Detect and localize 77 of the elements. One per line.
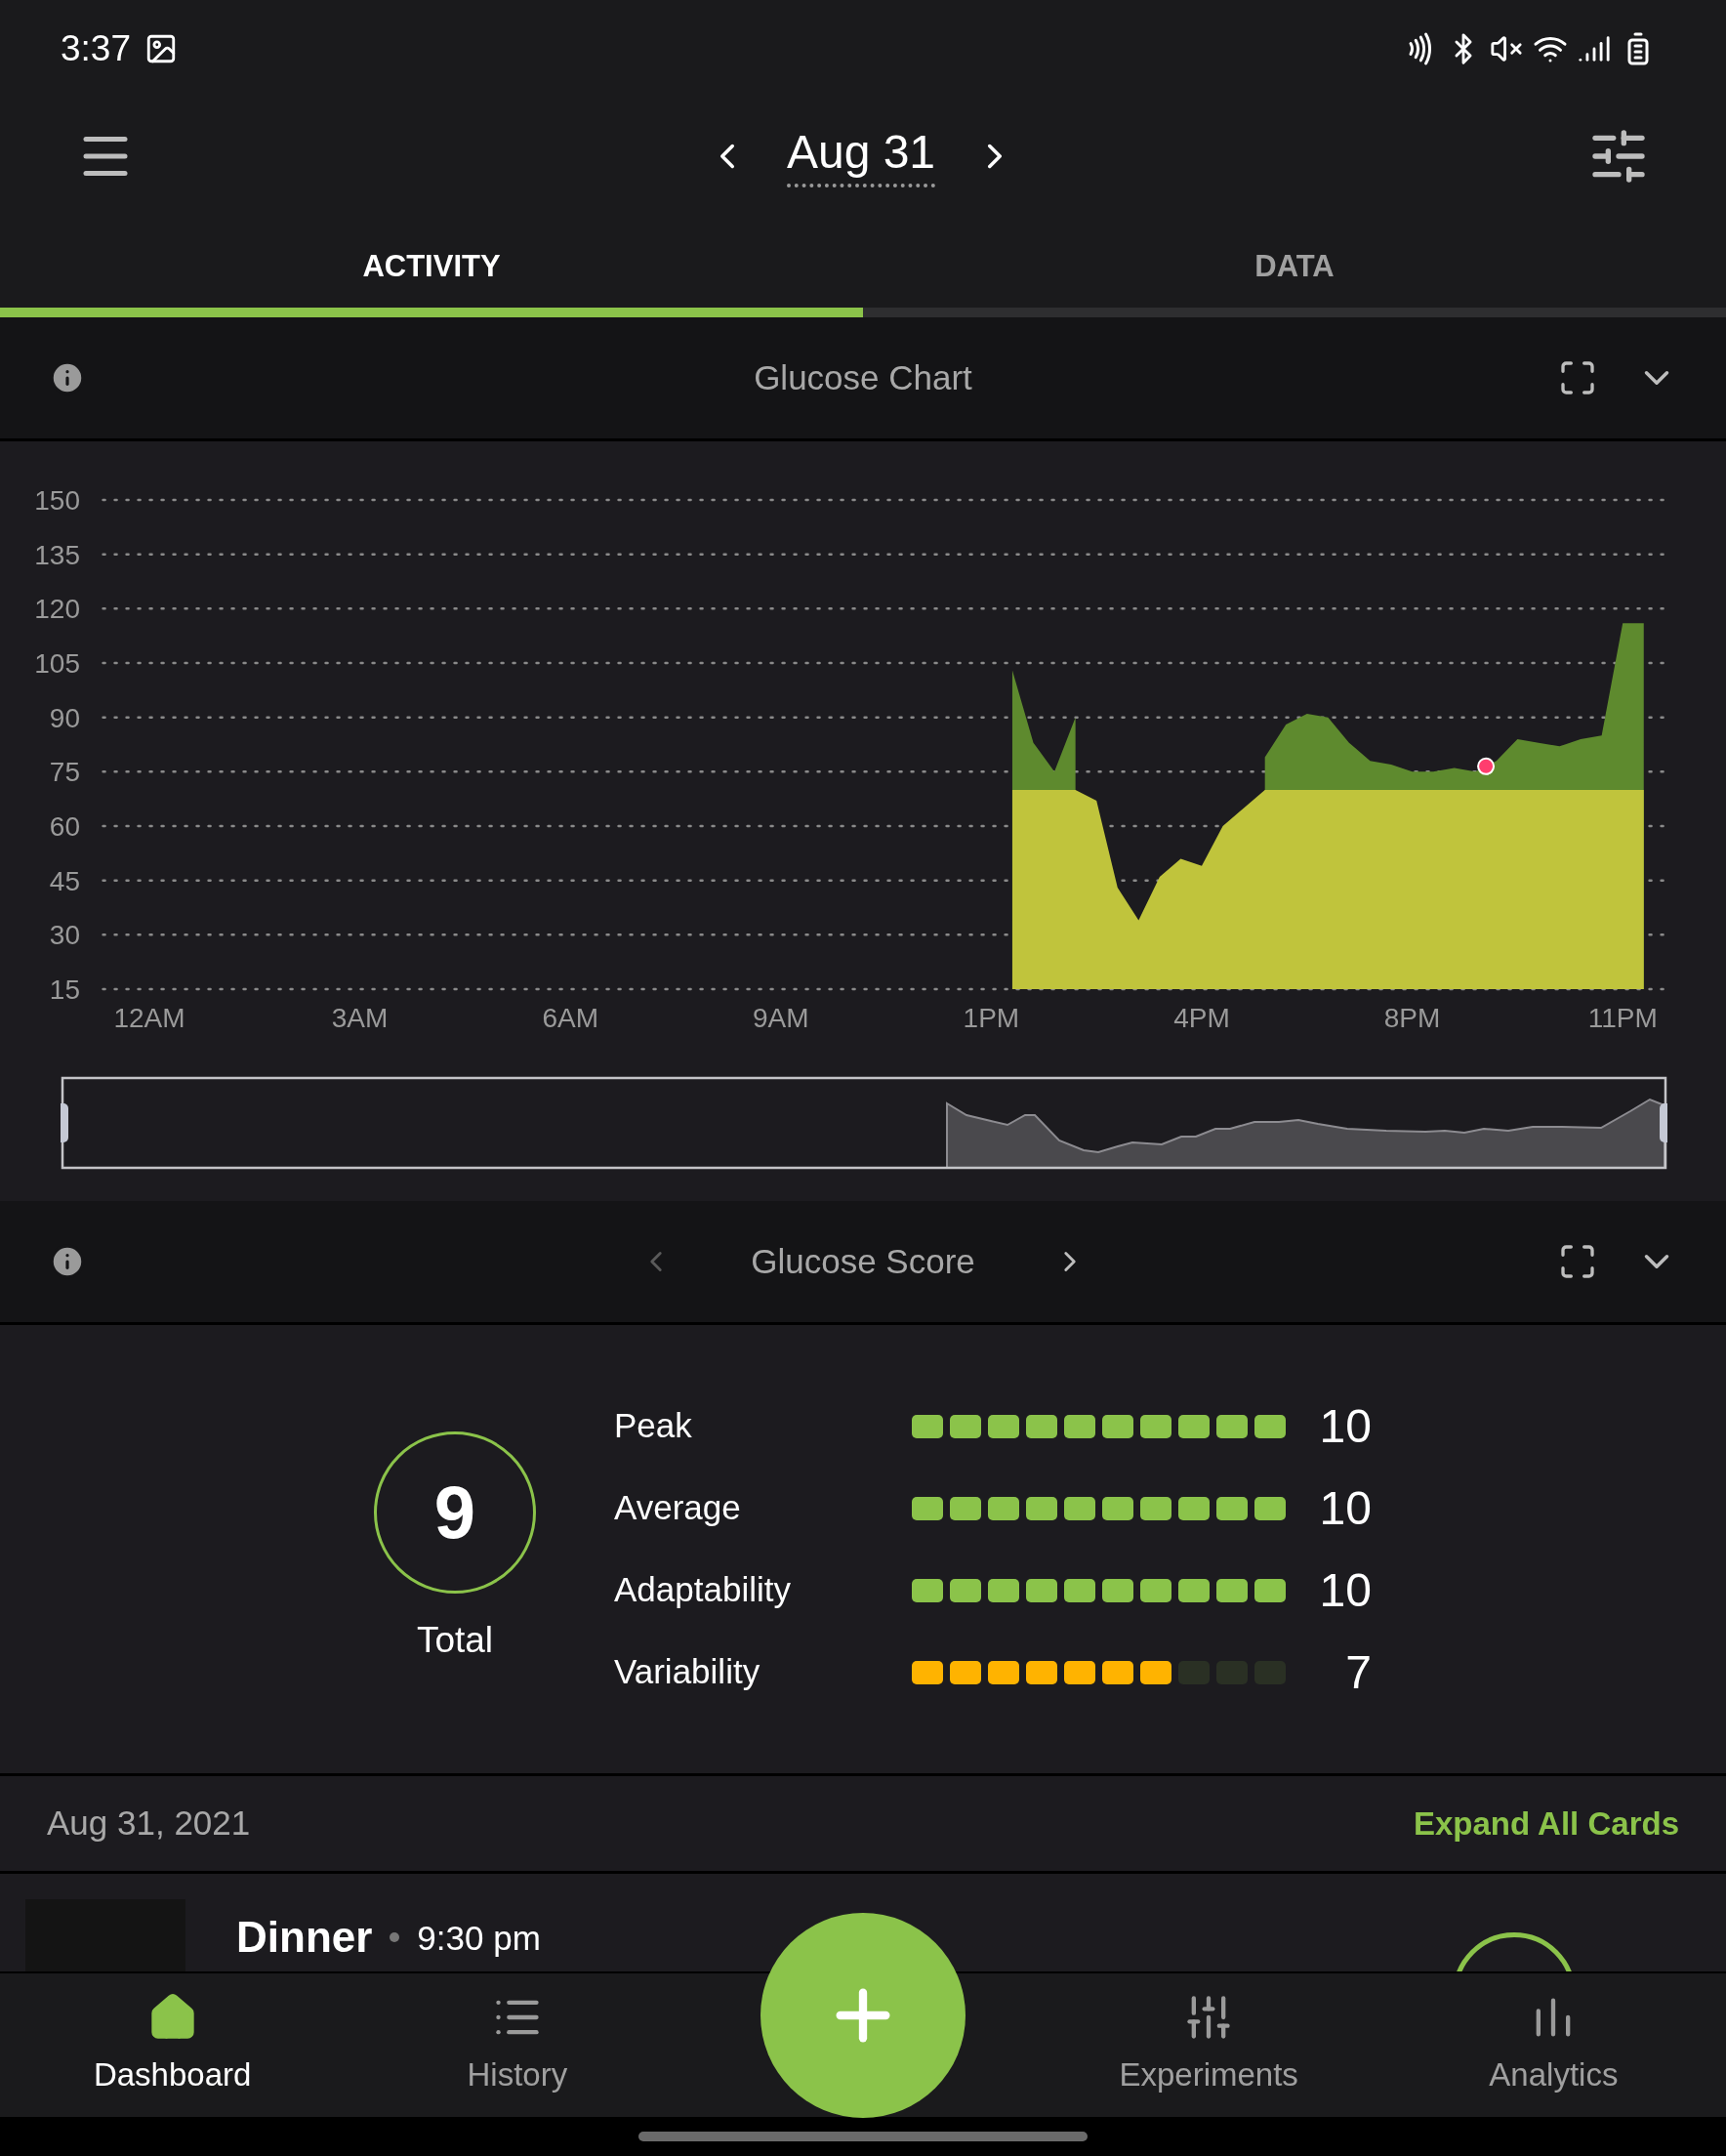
score-value: 7 [1344, 1644, 1372, 1700]
nav-item[interactable]: Experiments [1036, 1991, 1381, 2099]
score-segment [1064, 1660, 1095, 1684]
score-label: Variability [614, 1651, 761, 1693]
total-score: 9 [433, 1469, 476, 1555]
y-axis-label: 75 [49, 757, 80, 788]
x-axis-label: 1PM [963, 1003, 1020, 1033]
x-axis-label: 6AM [542, 1003, 598, 1033]
score-label: Peak [614, 1405, 693, 1447]
y-axis-label: 30 [49, 920, 80, 951]
score-segment [1254, 1578, 1286, 1602]
score-segment [988, 1496, 1019, 1520]
card-title: Glucose Chart [754, 356, 972, 398]
score-label: Average [614, 1487, 742, 1529]
score-segment [1216, 1578, 1248, 1602]
entry-time: 9:30 pm [417, 1918, 541, 1959]
nav-item[interactable]: Analytics [1380, 1991, 1726, 2099]
score-label: Adaptability [614, 1569, 792, 1611]
date-selector[interactable]: Aug 31 [786, 125, 936, 187]
y-axis-label: 120 [34, 594, 80, 625]
score-segment [1140, 1414, 1171, 1438]
score-segment [988, 1660, 1019, 1684]
score-value: 10 [1318, 1480, 1372, 1536]
card-title: Glucose Score [751, 1240, 975, 1282]
score-value: 10 [1318, 1562, 1372, 1618]
x-axis-label: 9AM [753, 1003, 809, 1033]
score-segment [1178, 1414, 1210, 1438]
nav-item[interactable]: History [345, 1991, 690, 2099]
y-axis-label: 45 [49, 865, 80, 896]
image-icon [144, 32, 178, 65]
score-segment [1064, 1578, 1095, 1602]
score-segment [1216, 1496, 1248, 1520]
y-axis-label: 105 [34, 648, 80, 679]
score-segment [988, 1414, 1019, 1438]
score-segment [1216, 1414, 1248, 1438]
score-segment [1102, 1496, 1133, 1520]
x-axis-label: 8PM [1383, 1003, 1441, 1033]
score-segment [1026, 1660, 1057, 1684]
score-segment [1254, 1496, 1286, 1520]
score-segment [1102, 1660, 1133, 1684]
x-axis-label: 3AM [331, 1003, 389, 1033]
score-segment [1178, 1496, 1210, 1520]
range-navigator[interactable] [61, 1074, 1667, 1172]
entry-title: Dinner [236, 1912, 373, 1963]
score-segment [1140, 1578, 1171, 1602]
score-segment [950, 1578, 981, 1602]
y-axis-label: 15 [49, 974, 80, 1005]
score-segment [1026, 1496, 1057, 1520]
total-label: Total [416, 1618, 494, 1662]
score-segment [1026, 1414, 1057, 1438]
score-segment [1026, 1578, 1057, 1602]
score-segment [950, 1414, 981, 1438]
score-segment [1178, 1578, 1210, 1602]
y-axis-label: 60 [49, 811, 80, 842]
score-segment [1254, 1414, 1286, 1438]
score-segment [950, 1660, 981, 1684]
y-axis-label: 150 [34, 485, 80, 516]
x-axis-label: 12AM [113, 1003, 185, 1033]
score-segment [950, 1496, 981, 1520]
fullscreen-icon[interactable] [1558, 1242, 1597, 1281]
expand-all-cards-link[interactable]: Expand All Cards [1414, 1799, 1679, 1848]
nav-item[interactable]: Dashboard [0, 1991, 346, 2099]
y-axis-label: 135 [34, 539, 80, 570]
score-segment [1102, 1414, 1133, 1438]
score-segment [1102, 1578, 1133, 1602]
score-segment [1064, 1496, 1095, 1520]
fullscreen-icon[interactable] [1558, 358, 1597, 397]
day-date: Aug 31, 2021 [47, 1803, 251, 1845]
x-axis-label: 11PM [1587, 1003, 1658, 1033]
status-time: 3:37 [61, 27, 131, 71]
x-axis-label: 4PM [1173, 1003, 1230, 1033]
score-segment [988, 1578, 1019, 1602]
score-value: 10 [1318, 1398, 1372, 1454]
y-axis-label: 90 [49, 702, 80, 733]
score-segment [1064, 1414, 1095, 1438]
score-segment [1140, 1496, 1171, 1520]
score-segment [1140, 1660, 1171, 1684]
